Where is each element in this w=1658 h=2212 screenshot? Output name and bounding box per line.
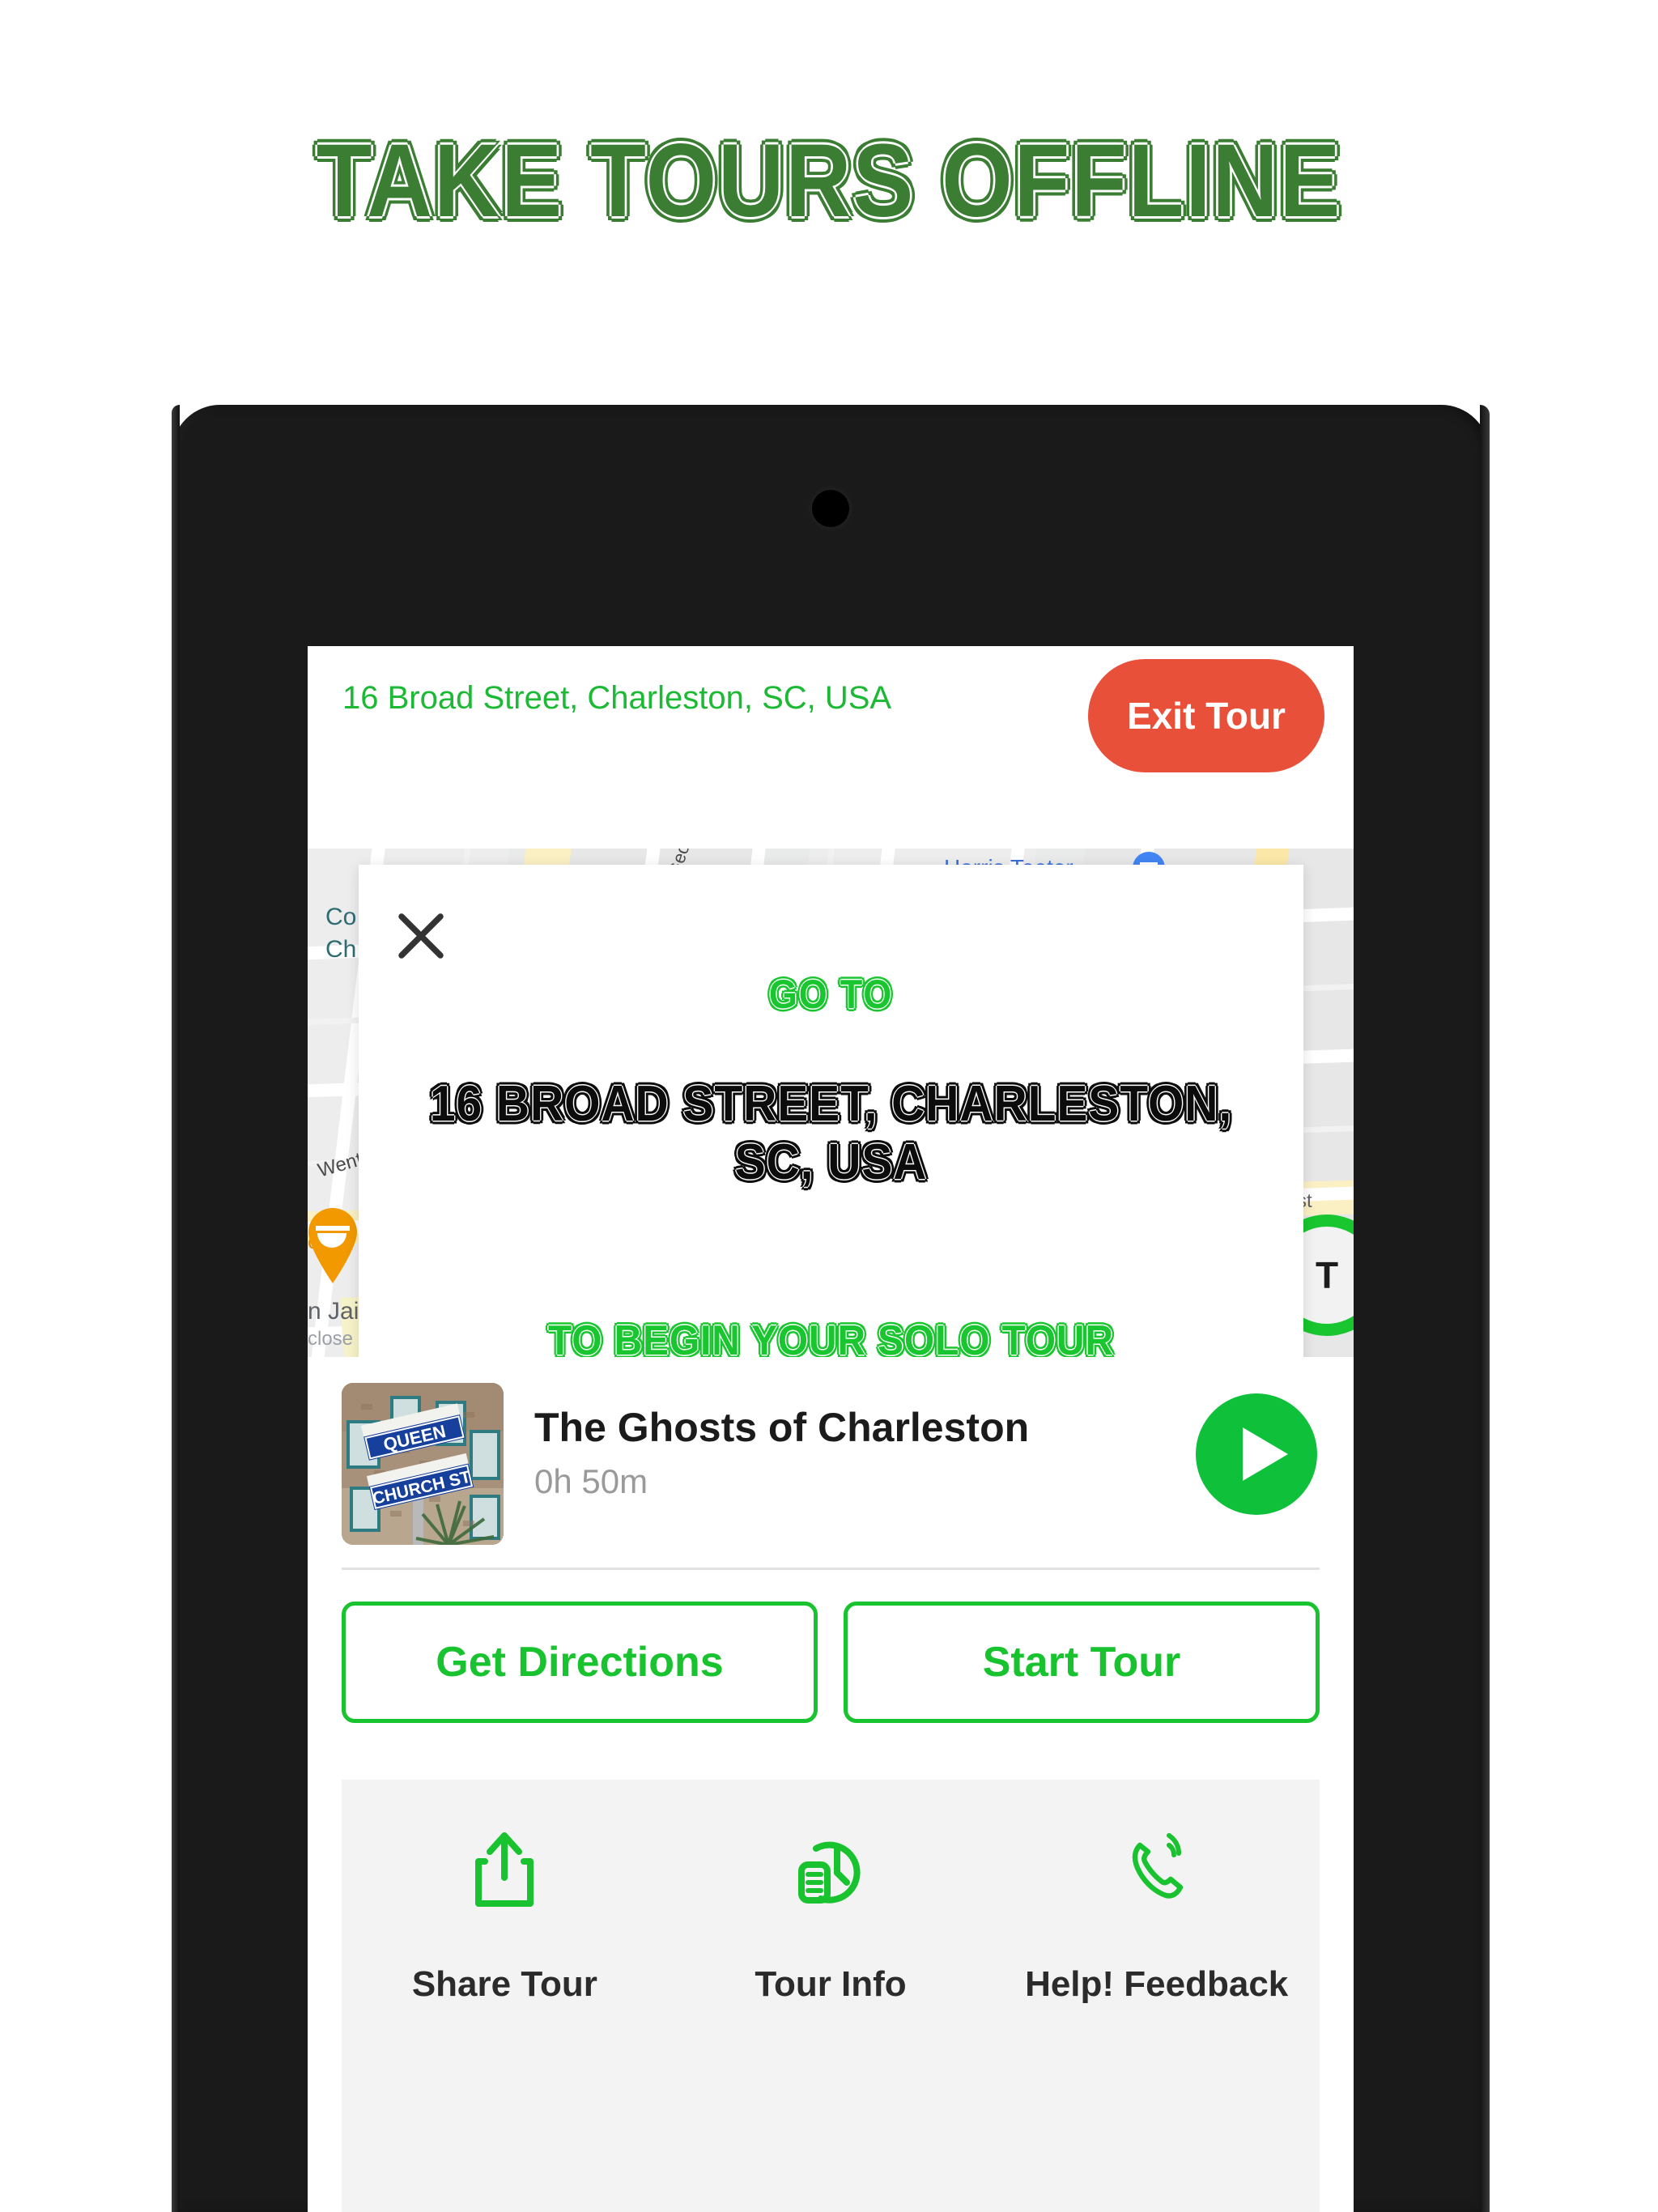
map-label-n-jail: n Jai xyxy=(308,1298,359,1325)
nav-label-help-feedback: Help! Feedback xyxy=(1025,1964,1289,2004)
map-label-co: Co xyxy=(325,904,357,930)
tour-thumbnail: QUEEN CHURCH ST xyxy=(342,1383,504,1545)
map-label-ch: Ch xyxy=(325,936,357,963)
exit-tour-button[interactable]: Exit Tour xyxy=(1088,659,1324,772)
current-address-label: 16 Broad Street, Charleston, SC, USA xyxy=(342,680,892,716)
front-camera xyxy=(812,490,849,527)
play-icon xyxy=(1243,1427,1288,1481)
nav-item-help-feedback[interactable]: Help! Feedback xyxy=(993,1780,1320,2212)
screenshot-root: TAKE TOURS OFFLINE 16 Broad Street, Char… xyxy=(0,0,1658,2212)
map-view[interactable]: George St Harris Teeter Wash Co Ch Wentw… xyxy=(308,849,1354,1357)
nav-item-tour-info[interactable]: Tour Info xyxy=(668,1780,994,2212)
app-top-bar: 16 Broad Street, Charleston, SC, USA Exi… xyxy=(308,646,1354,849)
start-tour-button[interactable]: Start Tour xyxy=(844,1602,1320,1723)
bottom-nav-bar: Share Tour Tour Info Help! Feedback xyxy=(342,1780,1320,2212)
clock-info-icon xyxy=(668,1827,994,1916)
modal-go-to-label: GO TO xyxy=(768,972,894,1017)
nav-item-share-tour[interactable]: Share Tour xyxy=(342,1780,668,2212)
get-directions-button[interactable]: Get Directions xyxy=(342,1602,818,1723)
tour-thumbnail-image: QUEEN CHURCH ST xyxy=(342,1383,504,1545)
close-x-icon[interactable] xyxy=(392,907,450,965)
nav-label-share-tour: Share Tour xyxy=(411,1964,597,2004)
modal-subtitle: TO BEGIN YOUR SOLO TOUR xyxy=(548,1317,1114,1357)
nav-label-tour-info: Tour Info xyxy=(755,1964,907,2004)
modal-destination-address: 16 BROAD STREET, CHARLESTON, SC, USA xyxy=(429,1076,1233,1190)
page-title: TAKE TOURS OFFLINE xyxy=(316,123,1342,239)
divider xyxy=(342,1568,1320,1570)
share-icon xyxy=(342,1827,668,1916)
phone-support-icon xyxy=(993,1827,1320,1916)
play-tour-button[interactable] xyxy=(1196,1393,1317,1515)
device-frame: 16 Broad Street, Charleston, SC, USA Exi… xyxy=(172,405,1490,2212)
tour-title: The Ghosts of Charleston xyxy=(534,1405,1030,1450)
device-screen: 16 Broad Street, Charleston, SC, USA Exi… xyxy=(308,646,1354,2212)
device-edge-left xyxy=(172,405,180,2212)
tour-duration: 0h 50m xyxy=(534,1462,648,1500)
map-label-close: close xyxy=(308,1328,354,1350)
tour-actions: Get Directions Start Tour xyxy=(308,1602,1354,1747)
go-to-modal: GO TO 16 BROAD STREET, CHARLESTON, SC, U… xyxy=(359,865,1303,1357)
cafe-pin[interactable] xyxy=(308,1205,364,1286)
tour-card[interactable]: QUEEN CHURCH ST The Ghosts of Charleston… xyxy=(308,1357,1354,1568)
device-edge-right xyxy=(1480,405,1490,2212)
